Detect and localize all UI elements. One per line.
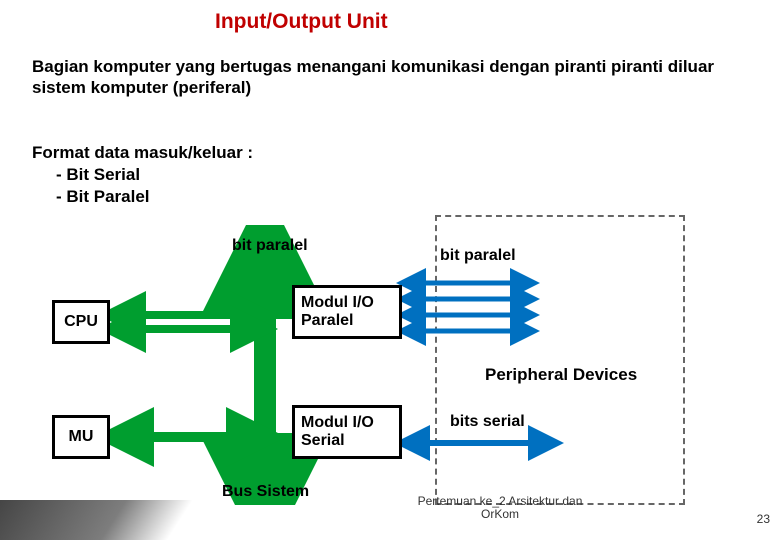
modul-paralel-box: Modul I/O Paralel bbox=[292, 285, 402, 339]
format-section: Format data masuk/keluar : - Bit Serial … bbox=[32, 142, 253, 208]
page-title: Input/Output Unit bbox=[215, 10, 388, 34]
footer-text: Pertemuan ke_2 Arsitektur dan OrKom bbox=[410, 495, 590, 521]
page-number: 23 bbox=[757, 512, 770, 526]
label-bit-paralel-top: bit paralel bbox=[232, 237, 308, 255]
io-diagram: CPU MU Modul I/O Paralel Modul I/O Seria… bbox=[40, 225, 680, 505]
intro-paragraph: Bagian komputer yang bertugas menangani … bbox=[32, 56, 732, 99]
decorative-swoosh bbox=[0, 500, 239, 540]
format-item-2: - Bit Paralel bbox=[32, 186, 253, 208]
label-peripheral: Peripheral Devices bbox=[485, 365, 637, 385]
format-heading: Format data masuk/keluar : bbox=[32, 142, 253, 164]
label-bits-serial: bits serial bbox=[450, 413, 525, 431]
cpu-box: CPU bbox=[52, 300, 110, 344]
mu-box: MU bbox=[52, 415, 110, 459]
modul-serial-box: Modul I/O Serial bbox=[292, 405, 402, 459]
label-bus-sistem: Bus Sistem bbox=[222, 483, 309, 501]
label-bit-paralel-right: bit paralel bbox=[440, 247, 516, 265]
format-item-1: - Bit Serial bbox=[32, 164, 253, 186]
